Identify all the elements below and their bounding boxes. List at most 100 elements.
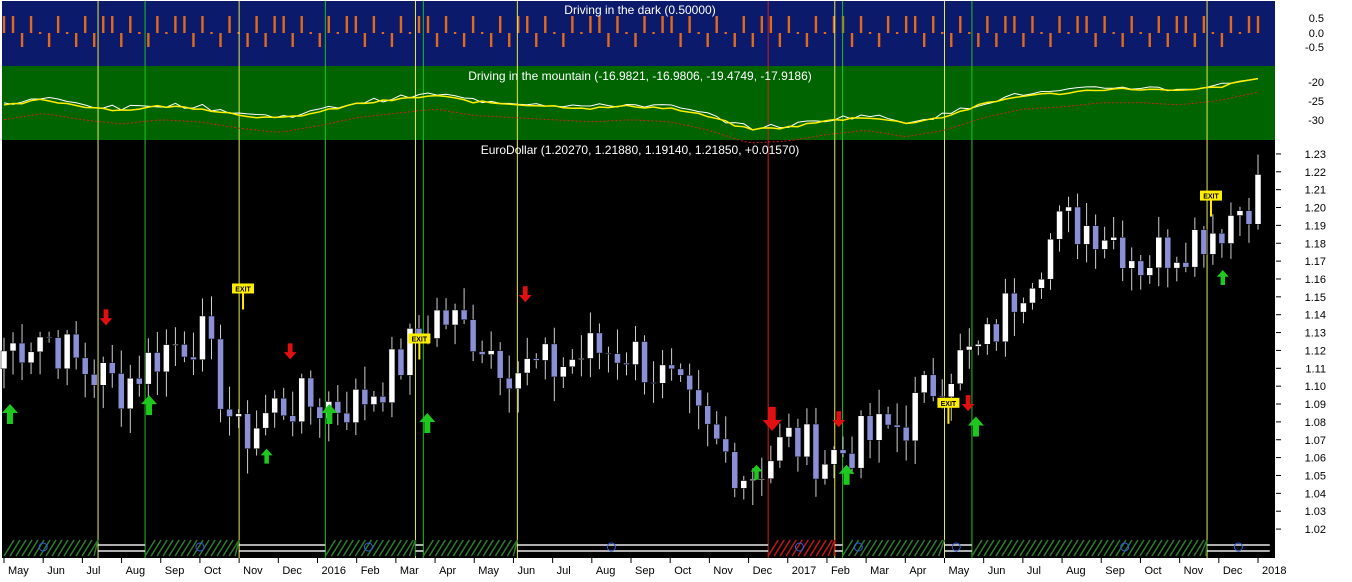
- bull-candle: [741, 481, 747, 489]
- signal-bar: [364, 33, 366, 47]
- bear-candle: [813, 424, 819, 479]
- x-tick-label: Feb: [361, 565, 380, 577]
- bear-candle: [55, 338, 61, 369]
- x-tick-label: Jul: [1027, 565, 1041, 577]
- bull-candle: [984, 324, 990, 344]
- signal-bar: [57, 16, 59, 33]
- bear-candle: [227, 409, 233, 416]
- signal-bar: [373, 16, 375, 33]
- signal-bar: [436, 33, 438, 47]
- signal-bar: [84, 16, 86, 33]
- signal-bar: [1257, 16, 1259, 33]
- signal-bar: [815, 16, 817, 33]
- signal-bar: [941, 32, 943, 34]
- x-tick-label: Sep: [165, 565, 185, 577]
- bear-candle: [461, 310, 467, 320]
- bear-candle: [1219, 233, 1225, 243]
- price-tick-label: 1.23: [1305, 149, 1326, 161]
- signal-bar: [1203, 16, 1205, 33]
- signal-bar: [291, 33, 293, 47]
- x-tick-label: Nov: [713, 565, 733, 577]
- price-tick-label: 1.14: [1305, 310, 1326, 322]
- bull-candle: [768, 461, 774, 479]
- bear-candle: [732, 452, 738, 489]
- bull-candle: [434, 310, 440, 338]
- signal-bar: [896, 32, 898, 34]
- signal-bar: [454, 32, 456, 34]
- signal-bar: [697, 32, 699, 34]
- bull-candle: [1210, 233, 1216, 254]
- price-tick-label: 1.02: [1305, 524, 1326, 536]
- signal-bar: [75, 33, 77, 47]
- bear-candle: [1201, 230, 1207, 255]
- main-panel-title: EuroDollar (1.20270, 1.21880, 1.19140, 1…: [481, 143, 800, 157]
- price-tick-label: 1.04: [1305, 488, 1326, 500]
- bear-candle: [614, 354, 620, 363]
- signal-bar: [156, 16, 158, 33]
- price-tick-label: 1.21: [1305, 185, 1326, 197]
- signal-bar: [716, 16, 718, 33]
- bear-candle: [651, 383, 657, 384]
- bull-candle: [822, 464, 828, 479]
- bear-candle: [73, 334, 79, 358]
- bull-candle: [10, 343, 16, 351]
- signal-bar: [382, 32, 384, 34]
- signal-bar: [851, 33, 853, 47]
- signal-bar: [625, 32, 627, 34]
- bull-candle: [1048, 239, 1054, 279]
- signal-bar: [228, 16, 230, 33]
- signal-bar: [427, 16, 429, 33]
- bull-candle: [100, 363, 106, 386]
- bull-candle: [804, 424, 810, 457]
- bear-candle: [939, 396, 945, 397]
- signal-bar: [3, 16, 5, 33]
- bear-candle: [1120, 237, 1126, 268]
- x-tick-label: Mar: [870, 565, 889, 577]
- signal-bar: [310, 32, 312, 34]
- signal-bar: [905, 16, 907, 33]
- bull-candle: [263, 413, 269, 428]
- signal-bar: [201, 16, 203, 33]
- bull-candle: [831, 450, 837, 464]
- bear-candle: [795, 428, 801, 457]
- signal-bar: [977, 33, 979, 47]
- price-tick-label: 1.13: [1305, 328, 1326, 340]
- bear-candle: [849, 453, 855, 468]
- bear-candle: [46, 337, 52, 338]
- x-tick-label: May: [478, 565, 499, 577]
- bull-candle: [452, 310, 458, 325]
- top-tick-0: 0.5: [1309, 13, 1324, 25]
- signal-bar: [1022, 33, 1024, 47]
- bear-candle: [840, 450, 846, 454]
- top-panel-title: Driving in the dark (0.50000): [564, 3, 715, 17]
- signal-bar: [1049, 33, 1051, 47]
- mid-panel-title: Driving in the mountain (-16.9821, -16.9…: [468, 69, 812, 83]
- bull-candle: [37, 337, 43, 352]
- bull-candle: [1057, 211, 1063, 239]
- bull-candle: [1, 351, 7, 369]
- signal-bar: [21, 33, 23, 47]
- main-panel-bg: [2, 140, 1275, 538]
- signal-bar: [887, 16, 889, 33]
- signal-bar: [616, 16, 618, 33]
- signal-bar: [30, 16, 32, 33]
- x-tick-label: May: [949, 565, 970, 577]
- bull-candle: [524, 359, 530, 373]
- bull-candle: [921, 375, 927, 393]
- bull-candle: [28, 352, 34, 363]
- x-tick-label: Mar: [400, 565, 419, 577]
- bull-candle: [64, 334, 70, 369]
- signal-bar: [264, 33, 266, 47]
- bear-candle: [190, 357, 196, 360]
- signal-bar: [679, 33, 681, 47]
- bear-candle: [82, 358, 88, 375]
- bull-candle: [777, 437, 783, 461]
- signal-bar: [779, 33, 781, 47]
- x-tick-label: Apr: [439, 565, 456, 577]
- bear-candle: [687, 375, 693, 390]
- bull-candle: [966, 346, 972, 350]
- bear-candle: [678, 369, 684, 375]
- bull-candle: [542, 344, 548, 361]
- signal-bar: [391, 33, 393, 47]
- x-tick-label: Nov: [1184, 565, 1204, 577]
